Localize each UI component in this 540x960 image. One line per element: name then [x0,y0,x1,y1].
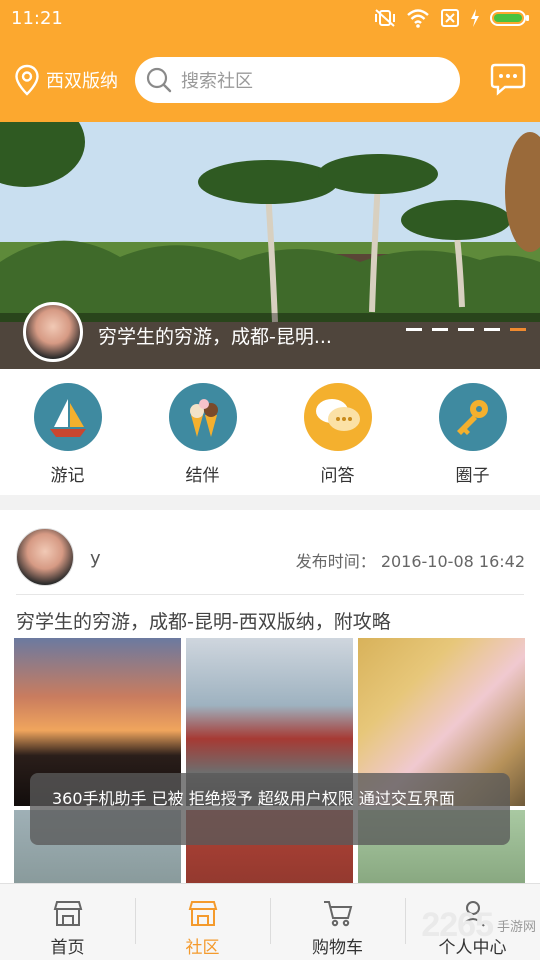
nav-community[interactable]: 社区 [135,884,270,960]
search-placeholder: 搜索社区 [181,71,253,92]
category-label: 圈子 [455,466,490,486]
category-label: 游记 [50,466,85,486]
publish-time-label: 发布时间： [295,552,376,571]
ice-cream-icon [168,383,237,451]
search-box[interactable]: 搜索社区 [135,57,460,103]
sailboat-icon [33,383,102,451]
carousel-dot-active[interactable] [510,328,526,331]
header: 西双版纳 搜索社区 [0,50,540,110]
status-bar: 11:21 [0,0,540,38]
battery-icon [490,10,529,26]
banner-caption: 穷学生的穷游，成都-昆明... [98,326,332,348]
post-author-avatar[interactable] [16,528,74,586]
speech-bubble-icon [303,383,372,451]
category-label: 问答 [320,466,355,486]
watermark-number: 2265 [421,906,494,944]
carousel-dot[interactable] [458,328,474,331]
watermark: 2265 手游网 [421,906,536,945]
store-icon [188,901,217,926]
category-label: 结伴 [185,466,220,486]
post-divider [16,594,524,595]
category-travelogue[interactable]: 游记 [0,369,135,495]
message-icon [490,63,526,96]
top-bar: 11:21 西双版纳 搜索社区 [0,0,540,122]
banner-avatar[interactable] [23,302,83,362]
nav-cart[interactable]: 购物车 [270,884,405,960]
cart-icon [323,901,352,927]
message-button[interactable] [490,62,526,100]
category-qa[interactable]: 问答 [270,369,405,495]
carousel-dot[interactable] [484,328,500,331]
status-time: 11:21 [11,8,63,29]
location-pin-icon [15,64,39,96]
status-icons [374,8,530,28]
category-companion[interactable]: 结伴 [135,369,270,495]
watermark-text: 手游网 [496,920,536,935]
nav-label: 首页 [50,938,85,958]
nav-home[interactable]: 首页 [0,884,135,960]
category-circle[interactable]: 圈子 [405,369,540,495]
post-publish-time: 发布时间： 2016-10-08 16:42 [296,548,525,572]
location-label: 西双版纳 [46,71,118,92]
vibrate-mute-icon [375,9,395,27]
location-selector[interactable]: 西双版纳 [14,64,118,96]
publish-time-value: 2016-10-08 16:42 [380,552,525,571]
category-row: 游记 结伴 问答 圈子 [0,369,540,495]
post-author-name[interactable]: y [90,548,101,569]
banner-carousel[interactable]: 穷学生的穷游，成都-昆明... [0,122,540,369]
store-icon [53,901,82,926]
toast-message: 360手机助手 已被 拒绝授予 超级用户权限 通过交互界面 [30,773,510,845]
carousel-dot[interactable] [432,328,448,331]
nav-label: 购物车 [312,938,363,958]
carousel-dot[interactable] [406,328,422,331]
carousel-indicators [406,328,526,331]
wifi-icon [407,9,429,28]
no-sim-icon [441,9,459,27]
charging-icon [471,9,479,27]
key-icon [438,383,507,451]
post-title[interactable]: 穷学生的穷游，成都-昆明-西双版纳，附攻略 [16,607,391,634]
nav-label: 社区 [185,938,220,958]
search-icon [146,67,172,93]
